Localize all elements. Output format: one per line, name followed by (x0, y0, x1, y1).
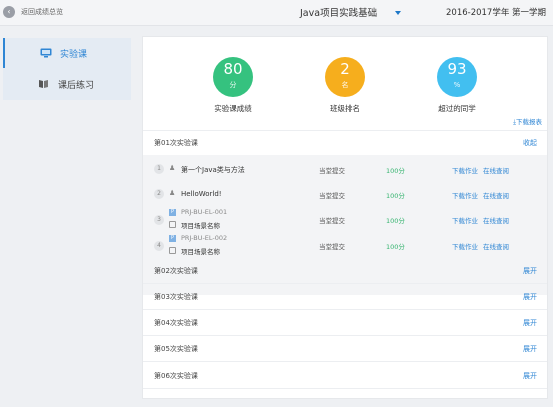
section-header: 第01次实验课 收起 (143, 132, 547, 154)
row-title: 第一个Java类与方法 (181, 166, 245, 174)
course-selector[interactable]: Java项目实践基础 (300, 5, 377, 19)
stat-unit: % (453, 81, 461, 89)
section-header: 第05次实验课 展开 (143, 338, 547, 360)
table-row: 1 ♟ 第一个Java类与方法 当堂提交 100分 下载作业 在线查阅 (143, 157, 547, 181)
stat-class-rank: 2 名 班级排名 (305, 57, 385, 114)
top-bar: ‹ 返回成绩总览 Java项目实践基础 2016-2017学年 第一学期 (0, 0, 553, 26)
rank-badge: 2 名 (325, 57, 365, 97)
section-title: 第01次实验课 (154, 139, 198, 147)
score-badge: 80 分 (213, 57, 253, 97)
view-online-link[interactable]: 在线查阅 (483, 241, 509, 251)
download-report-link[interactable]: ⤓下载报表 (513, 116, 542, 127)
sidebar-item-homework[interactable]: 课后练习 (3, 69, 131, 99)
row-index: 2 (154, 189, 164, 199)
section-title: 第05次实验课 (154, 345, 198, 353)
divider (143, 309, 547, 310)
stat-label: 超过的同学 (438, 104, 476, 113)
table-row: 2 ♟ HelloWorld! 当堂提交 100分 下载作业 在线查阅 (143, 182, 547, 206)
row-status: 当堂提交 (319, 192, 345, 200)
row-title: HelloWorld! (181, 190, 222, 198)
download-homework-link[interactable]: 下载作业 (452, 215, 478, 225)
row-subtitle: 项目场景名称 (181, 222, 220, 230)
download-homework-link[interactable]: 下载作业 (452, 190, 478, 200)
expand-button[interactable]: 展开 (523, 344, 537, 354)
stat-value: 80 (223, 60, 243, 78)
chevron-down-icon[interactable] (395, 11, 401, 15)
divider (143, 335, 547, 336)
divider (143, 283, 547, 284)
stat-percent-beaten: 93 % 超过的同学 (417, 57, 497, 114)
sidebar: 实验课 课后练习 (3, 38, 131, 100)
expand-button[interactable]: 展开 (523, 266, 537, 276)
view-online-link[interactable]: 在线查阅 (483, 190, 509, 200)
sidebar-item-label: 课后练习 (58, 81, 95, 91)
row-status: 当堂提交 (319, 167, 345, 175)
row-score: 100分 (386, 243, 405, 251)
section-header: 第04次实验课 展开 (143, 312, 547, 334)
section-header: 第03次实验课 展开 (143, 286, 547, 308)
back-to-overview-link[interactable]: 返回成绩总览 (21, 7, 63, 17)
project-flag-icon: P (169, 235, 176, 242)
row-index: 3 (154, 215, 164, 225)
sidebar-item-label: 实验课 (60, 50, 88, 60)
view-online-link[interactable]: 在线查阅 (483, 215, 509, 225)
download-homework-link[interactable]: 下载作业 (452, 241, 478, 251)
section-title: 第03次实验课 (154, 293, 198, 301)
collapse-button[interactable]: 收起 (523, 138, 537, 148)
row-code: PRJ-BU-EL-001 (181, 208, 228, 216)
divider (143, 130, 547, 131)
section-header: 第06次实验课 展开 (143, 365, 547, 387)
view-online-link[interactable]: 在线查阅 (483, 165, 509, 175)
stat-value: 93 (447, 60, 467, 78)
section-title: 第02次实验课 (154, 267, 198, 275)
section-title: 第06次实验课 (154, 372, 198, 380)
percent-badge: 93 % (437, 57, 477, 97)
project-flag-icon: P (169, 209, 176, 216)
chevron-left-icon[interactable]: ‹ (3, 6, 15, 18)
stat-label: 实验课成绩 (214, 104, 252, 113)
section-title: 第04次实验课 (154, 319, 198, 327)
table-row: 4 P PRJ-BU-EL-002 项目场景名称 当堂提交 100分 下载作业 … (143, 233, 547, 257)
row-score: 100分 (386, 167, 405, 175)
table-row: 3 P PRJ-BU-EL-001 项目场景名称 当堂提交 100分 下载作业 … (143, 207, 547, 231)
stat-lab-score: 80 分 实验课成绩 (193, 57, 273, 114)
person-icon: ♟ (169, 164, 176, 172)
stat-value: 2 (340, 60, 350, 78)
divider (143, 361, 547, 362)
download-report-label: 下载报表 (516, 118, 542, 126)
book-icon (39, 80, 48, 88)
expand-button[interactable]: 展开 (523, 371, 537, 381)
monitor-icon (40, 48, 52, 58)
download-homework-link[interactable]: 下载作业 (452, 165, 478, 175)
row-subtitle: 项目场景名称 (181, 248, 220, 256)
project-box-icon (169, 247, 176, 254)
row-status: 当堂提交 (319, 217, 345, 225)
term-label: 2016-2017学年 第一学期 (446, 8, 547, 18)
stat-label: 班级排名 (330, 104, 360, 113)
stat-unit: 分 (229, 81, 237, 89)
stat-unit: 名 (341, 81, 349, 89)
row-status: 当堂提交 (319, 243, 345, 251)
row-index: 4 (154, 241, 164, 251)
row-code: PRJ-BU-EL-002 (181, 234, 228, 242)
expand-button[interactable]: 展开 (523, 292, 537, 302)
row-score: 100分 (386, 217, 405, 225)
section-header: 第02次实验课 展开 (143, 260, 547, 282)
expand-button[interactable]: 展开 (523, 318, 537, 328)
sidebar-item-lab-class[interactable]: 实验课 (3, 38, 131, 68)
row-index: 1 (154, 164, 164, 174)
row-score: 100分 (386, 192, 405, 200)
lab-class-panel: 80 分 实验课成绩 2 名 班级排名 93 % 超过的同学 ⤓下载报表 第01… (142, 36, 548, 399)
project-box-icon (169, 221, 176, 228)
divider (143, 388, 547, 389)
person-icon: ♟ (169, 189, 176, 197)
